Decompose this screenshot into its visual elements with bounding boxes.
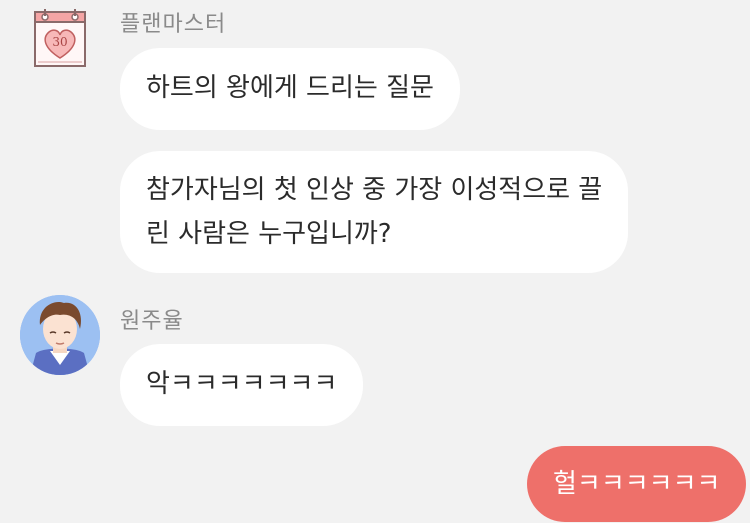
host-message-text-line-1: 참가자님의 첫 인상 중 가장 이성적으로 끌: [146, 175, 603, 205]
profile-portrait-icon: [20, 295, 100, 375]
my-message-bubble[interactable]: 헐ㅋㅋㅋㅋㅋㅋ: [527, 446, 747, 522]
host-message-text-line-2: 린 사람은 누구입니까?: [146, 219, 392, 249]
host-message-bubble[interactable]: 하트의 왕에게 드리는 질문: [120, 48, 460, 130]
host-avatar[interactable]: 30: [34, 8, 86, 68]
participant-avatar[interactable]: [20, 295, 100, 375]
svg-text:30: 30: [52, 35, 67, 49]
host-message-bubble[interactable]: 참가자님의 첫 인상 중 가장 이성적으로 끌 린 사람은 누구입니까?: [120, 151, 629, 273]
my-message-text: 헐ㅋㅋㅋㅋㅋㅋ: [553, 469, 721, 499]
participant-name: 원주율: [120, 309, 184, 334]
host-message-text: 하트의 왕에게 드리는 질문: [146, 73, 434, 103]
calendar-heart-icon: 30: [34, 9, 86, 67]
host-name: 플랜마스터: [120, 12, 227, 37]
participant-message-text: 악ㅋㅋㅋㅋㅋㅋㅋ: [146, 369, 338, 399]
participant-message-bubble[interactable]: 악ㅋㅋㅋㅋㅋㅋㅋ: [120, 344, 364, 426]
